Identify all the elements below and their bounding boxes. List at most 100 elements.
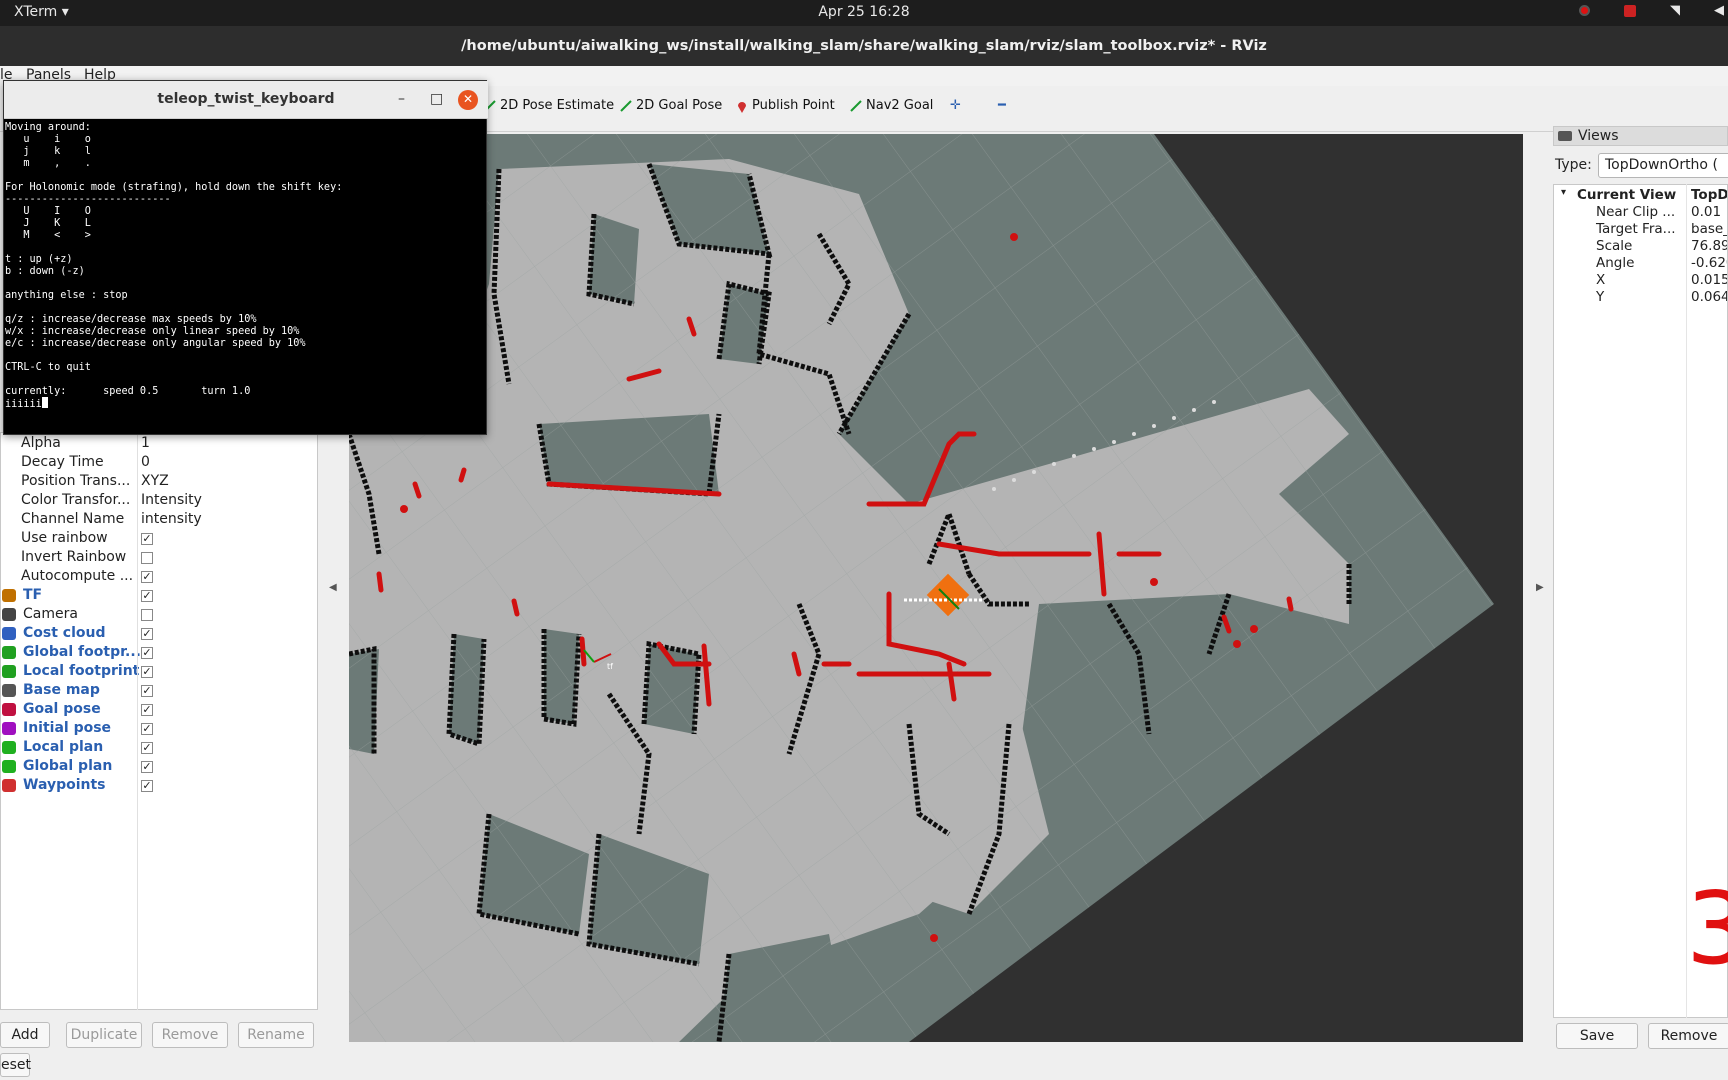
system-tray[interactable]: ◥ ◀: [1579, 3, 1728, 18]
display-checkbox[interactable]: ✓: [141, 761, 153, 773]
display-checkbox[interactable]: ✓: [141, 590, 153, 602]
property-row[interactable]: Position Trans... XYZ: [1, 472, 319, 491]
view-type-select[interactable]: TopDownOrtho (: [1598, 153, 1728, 178]
collapse-right-arrow-icon[interactable]: ▶: [1536, 582, 1544, 593]
duplicate-button[interactable]: Duplicate: [66, 1022, 142, 1048]
view-property-row[interactable]: Target Fra... base_: [1554, 221, 1727, 238]
display-item[interactable]: Waypoints ✓: [1, 776, 319, 795]
view-property-row[interactable]: X 0.015: [1554, 272, 1727, 289]
property-value[interactable]: 0: [141, 454, 150, 470]
goal-pose-tool[interactable]: 2D Goal Pose: [620, 98, 722, 113]
add-tool-button[interactable]: ✛: [950, 98, 961, 113]
terminal-line: CTRL-C to quit: [5, 362, 91, 373]
path-icon: [2, 741, 16, 754]
3d-viewport[interactable]: tf: [349, 134, 1523, 1042]
view-property-row[interactable]: Y 0.064: [1554, 289, 1727, 306]
record-indicator-icon[interactable]: [1579, 5, 1590, 16]
display-item[interactable]: Global plan ✓: [1, 757, 319, 776]
expand-arrow-icon[interactable]: ▾: [1561, 187, 1566, 198]
view-property-value[interactable]: 0.015: [1691, 272, 1727, 288]
display-item[interactable]: Goal pose ✓: [1, 700, 319, 719]
app-indicator-icon[interactable]: [1624, 4, 1636, 17]
save-view-button[interactable]: Save: [1556, 1023, 1638, 1049]
property-value[interactable]: Intensity: [141, 492, 202, 508]
terminal-line: U I O: [5, 206, 91, 217]
view-property-value[interactable]: 0.01: [1691, 204, 1721, 220]
terminal-line: u i o: [5, 134, 91, 145]
view-property-row[interactable]: Angle -0.620: [1554, 255, 1727, 272]
remove-display-button[interactable]: Remove: [152, 1022, 228, 1048]
property-checkbox[interactable]: ✓: [141, 571, 153, 583]
display-checkbox[interactable]: ✓: [141, 704, 153, 716]
view-property-value[interactable]: -0.620: [1691, 255, 1727, 271]
display-checkbox[interactable]: ✓: [141, 723, 153, 735]
display-item[interactable]: Camera: [1, 605, 319, 624]
maximize-icon[interactable]: □: [430, 91, 443, 107]
occupancy-map[interactable]: tf: [349, 134, 1523, 1042]
display-checkbox[interactable]: ✓: [141, 685, 153, 697]
property-row[interactable]: Invert Rainbow: [1, 548, 319, 567]
minimize-icon[interactable]: –: [398, 91, 405, 107]
terminal-line: j k l: [5, 146, 91, 157]
view-property-value[interactable]: 0.064: [1691, 289, 1727, 305]
display-item[interactable]: Cost cloud ✓: [1, 624, 319, 643]
close-icon[interactable]: ✕: [458, 90, 478, 110]
display-checkbox[interactable]: [141, 609, 153, 621]
property-value[interactable]: 1: [141, 435, 150, 451]
display-item[interactable]: Global footpr... ✓: [1, 643, 319, 662]
view-property-row[interactable]: Scale 76.89: [1554, 238, 1727, 255]
nav2-goal-label: Nav2 Goal: [866, 98, 934, 113]
property-value[interactable]: XYZ: [141, 473, 169, 489]
reset-button[interactable]: eset: [0, 1053, 31, 1077]
property-row[interactable]: Decay Time 0: [1, 453, 319, 472]
collapse-left-arrow-icon[interactable]: ◀: [329, 582, 337, 593]
terminal-line: Moving around:: [5, 122, 91, 133]
rename-button[interactable]: Rename: [238, 1022, 314, 1048]
nav-arrow-icon: [850, 99, 862, 112]
wifi-icon[interactable]: ◥: [1670, 3, 1680, 18]
goal-pose-label: 2D Goal Pose: [636, 98, 723, 113]
terminal-output[interactable]: Moving around: u i o j k l m , . For Holo…: [5, 121, 485, 433]
property-checkbox[interactable]: [141, 552, 153, 564]
view-property-value[interactable]: 76.89: [1691, 238, 1727, 254]
display-item[interactable]: TF ✓: [1, 586, 319, 605]
pose-estimate-tool[interactable]: 2D Pose Estimate: [484, 98, 614, 113]
property-row[interactable]: Alpha 1: [1, 434, 319, 453]
property-row[interactable]: Use rainbow ✓: [1, 529, 319, 548]
property-checkbox[interactable]: ✓: [141, 533, 153, 545]
xterm-title-bar[interactable]: teleop_twist_keyboard – □ ✕: [4, 81, 488, 119]
property-row[interactable]: Channel Name intensity: [1, 510, 319, 529]
volume-icon[interactable]: ◀: [1714, 3, 1724, 18]
add-button[interactable]: Add: [0, 1022, 50, 1048]
publish-point-tool[interactable]: Publish Point: [736, 98, 835, 113]
terminal-line: b : down (-z): [5, 266, 85, 277]
display-checkbox[interactable]: ✓: [141, 742, 153, 754]
display-checkbox[interactable]: ✓: [141, 666, 153, 678]
property-key: Alpha: [21, 435, 61, 451]
view-property-row[interactable]: Near Clip ... 0.01: [1554, 204, 1727, 221]
current-view-row[interactable]: ▾ Current View TopD: [1554, 187, 1727, 204]
display-item[interactable]: Local footprint ✓: [1, 662, 319, 681]
marker-icon: [2, 779, 16, 792]
display-item[interactable]: Local plan ✓: [1, 738, 319, 757]
property-value[interactable]: intensity: [141, 511, 202, 527]
display-label: Global footpr...: [23, 644, 141, 660]
remove-tool-button[interactable]: ━: [998, 98, 1006, 113]
display-checkbox[interactable]: ✓: [141, 647, 153, 659]
display-item[interactable]: Base map ✓: [1, 681, 319, 700]
property-row[interactable]: Autocompute ... ✓: [1, 567, 319, 586]
display-checkbox[interactable]: ✓: [141, 780, 153, 792]
clock[interactable]: Apr 25 16:28: [0, 4, 1728, 20]
property-row[interactable]: Color Transfor... Intensity: [1, 491, 319, 510]
view-property-value[interactable]: base_: [1691, 221, 1727, 237]
display-item[interactable]: Initial pose ✓: [1, 719, 319, 738]
nav2-goal-tool[interactable]: Nav2 Goal: [850, 98, 933, 113]
column-separator[interactable]: [137, 432, 138, 1010]
remove-view-button[interactable]: Remove: [1648, 1023, 1728, 1049]
pose-estimate-label: 2D Pose Estimate: [500, 98, 615, 113]
xterm-window[interactable]: teleop_twist_keyboard – □ ✕ Moving aroun…: [3, 80, 488, 435]
display-checkbox[interactable]: ✓: [141, 628, 153, 640]
goal-arrow-icon: [620, 99, 632, 112]
